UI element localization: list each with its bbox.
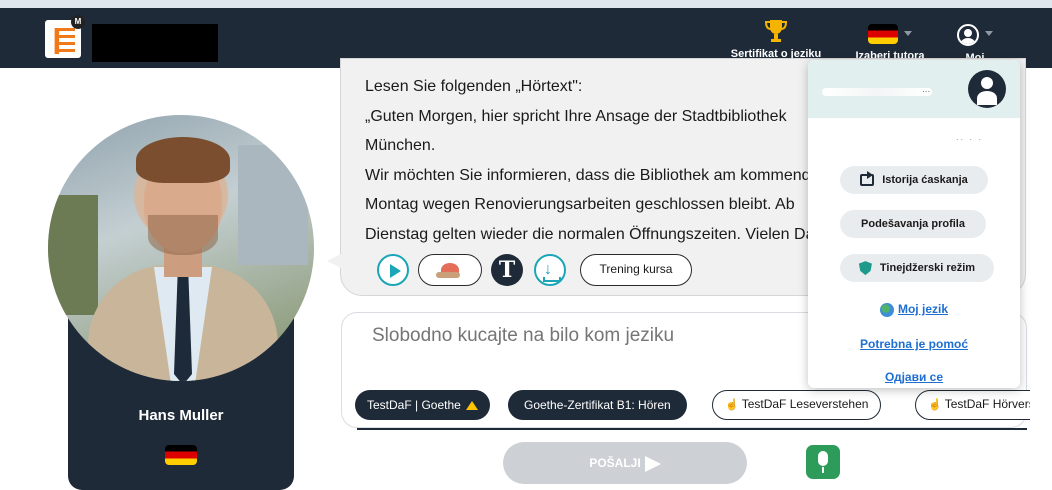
exam-chip-row: TestDaF | Goethe Goethe-Zertifikat B1: H… bbox=[355, 388, 1030, 424]
help-link[interactable]: Potrebna je pomoć bbox=[808, 337, 1020, 351]
app-logo[interactable]: M bbox=[45, 15, 85, 58]
send-arrow-icon bbox=[644, 455, 661, 472]
chip-label: TestDaF Leseverstehen bbox=[741, 397, 869, 411]
send-label: POŠALJI bbox=[589, 456, 641, 470]
exam-selector-chip[interactable]: TestDaF | Goethe bbox=[355, 390, 490, 420]
chip-scrollbar[interactable] bbox=[357, 428, 1027, 430]
message-line: Lesen Sie folgenden „Hörtext": bbox=[365, 78, 583, 95]
logo-badge: M bbox=[71, 15, 85, 29]
microphone-button[interactable] bbox=[806, 445, 840, 479]
chip-testdaf-hoerverstehen[interactable]: ☝TestDaF Hörverstehen bbox=[915, 390, 1030, 420]
chevron-down-icon bbox=[904, 31, 912, 36]
message-line: „Guten Morgen, hier spricht Ihre Ansage … bbox=[365, 107, 787, 125]
send-button[interactable]: POŠALJI bbox=[503, 442, 747, 484]
tutor-avatar bbox=[48, 115, 314, 381]
my-language-label: Moj jezik bbox=[897, 302, 948, 316]
message-line: Wir möchten Sie informieren, dass die Bi… bbox=[365, 166, 825, 184]
caret-up-icon bbox=[465, 401, 478, 411]
chat-history-button[interactable]: Istorija ćaskanja bbox=[840, 166, 988, 194]
pointing-hand-icon: ☝ bbox=[928, 399, 942, 411]
tutor-german-flag-icon bbox=[165, 445, 197, 465]
chevron-down-icon bbox=[985, 31, 993, 36]
message-line: München. bbox=[365, 137, 436, 154]
account-avatar-icon bbox=[968, 70, 1006, 108]
shield-icon bbox=[858, 261, 872, 276]
chat-history-label: Istorija ćaskanja bbox=[882, 174, 968, 186]
globe-icon bbox=[879, 302, 894, 317]
chip-testdaf-leseverstehen[interactable]: ☝ TestDaF Leseverstehen bbox=[712, 390, 882, 420]
logout-link[interactable]: Одјави се bbox=[808, 370, 1020, 384]
chip-goethe-b1-hoeren[interactable]: Goethe-Zertifikat B1: Hören bbox=[508, 390, 687, 420]
snail-icon bbox=[436, 263, 460, 278]
message-input[interactable] bbox=[372, 325, 792, 347]
translate-button[interactable]: T bbox=[491, 254, 523, 286]
slow-playback-button[interactable] bbox=[418, 254, 482, 286]
my-language-link[interactable]: Moj jezik bbox=[808, 302, 1020, 317]
teen-mode-label: Tinejdžerski režim bbox=[879, 262, 976, 274]
teen-mode-button[interactable]: Tinejdžerski režim bbox=[840, 254, 994, 282]
german-flag-icon bbox=[868, 24, 898, 44]
redacted-brand bbox=[92, 24, 218, 62]
play-audio-button[interactable] bbox=[377, 254, 409, 286]
chip-label: TestDaF Hörverstehen bbox=[944, 397, 1030, 411]
username-dots: ... bbox=[922, 84, 931, 95]
bubble-tail bbox=[327, 254, 341, 268]
nav-my-account[interactable]: Moj bbox=[945, 16, 1005, 64]
ladder-rungs-icon bbox=[57, 28, 75, 54]
tutor-message-text: Lesen Sie folgenden „Hörtext": „Guten Mo… bbox=[365, 72, 825, 249]
exam-selector-label: TestDaF | Goethe bbox=[367, 398, 461, 412]
nav-language-certificate[interactable]: Sertifikat o jeziku bbox=[720, 16, 832, 60]
nav-choose-tutor[interactable]: Izaberi tutora bbox=[842, 16, 938, 62]
trophy-icon bbox=[764, 20, 788, 42]
message-line: Montag wegen Renovierungsarbeiten geschl… bbox=[365, 196, 795, 213]
profile-settings-button[interactable]: Podešavanja profila bbox=[840, 210, 986, 238]
share-icon bbox=[860, 171, 875, 187]
redacted-username bbox=[822, 88, 932, 96]
message-line: Dienstag gelten wieder die normalen Öffn… bbox=[365, 225, 825, 243]
tutor-name: Hans Muller bbox=[138, 407, 224, 424]
download-icon: ↓ bbox=[544, 261, 552, 278]
pointing-hand-icon: ☝ bbox=[725, 399, 739, 411]
course-training-button[interactable]: Trening kursa bbox=[580, 254, 692, 286]
account-subtitle: .. . . bbox=[956, 132, 984, 142]
user-icon bbox=[957, 24, 979, 46]
download-button[interactable]: ↓ bbox=[534, 254, 566, 286]
account-dropdown: ... .. . . Istorija ćaskanja Podešavanja… bbox=[808, 60, 1020, 388]
account-header: ... bbox=[808, 60, 1020, 118]
top-edge bbox=[0, 0, 1052, 8]
